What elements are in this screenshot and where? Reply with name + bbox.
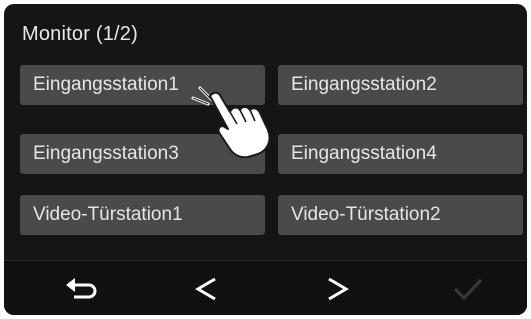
station-button-video-tuerstation1[interactable]: Video-Türstation1 <box>20 195 265 235</box>
next-page-button[interactable] <box>308 261 368 315</box>
page-title: Monitor (1/2) <box>22 23 138 45</box>
station-button-eingangsstation2[interactable]: Eingangsstation2 <box>278 65 523 105</box>
monitor-screen: Monitor (1/2) Eingangsstation1 Eingangss… <box>4 4 527 315</box>
station-button-eingangsstation1[interactable]: Eingangsstation1 <box>20 65 265 105</box>
back-arrow-icon <box>66 277 97 298</box>
station-button-video-tuerstation2[interactable]: Video-Türstation2 <box>278 195 523 235</box>
confirm-check-icon <box>453 278 483 300</box>
confirm-button[interactable] <box>438 261 498 315</box>
previous-page-button[interactable] <box>176 261 236 315</box>
back-button[interactable] <box>52 261 112 315</box>
station-button-eingangsstation4[interactable]: Eingangsstation4 <box>278 134 523 174</box>
next-icon <box>328 277 349 300</box>
bottom-nav-bar <box>4 260 527 315</box>
station-button-eingangsstation3[interactable]: Eingangsstation3 <box>20 134 265 174</box>
previous-icon <box>195 277 216 300</box>
